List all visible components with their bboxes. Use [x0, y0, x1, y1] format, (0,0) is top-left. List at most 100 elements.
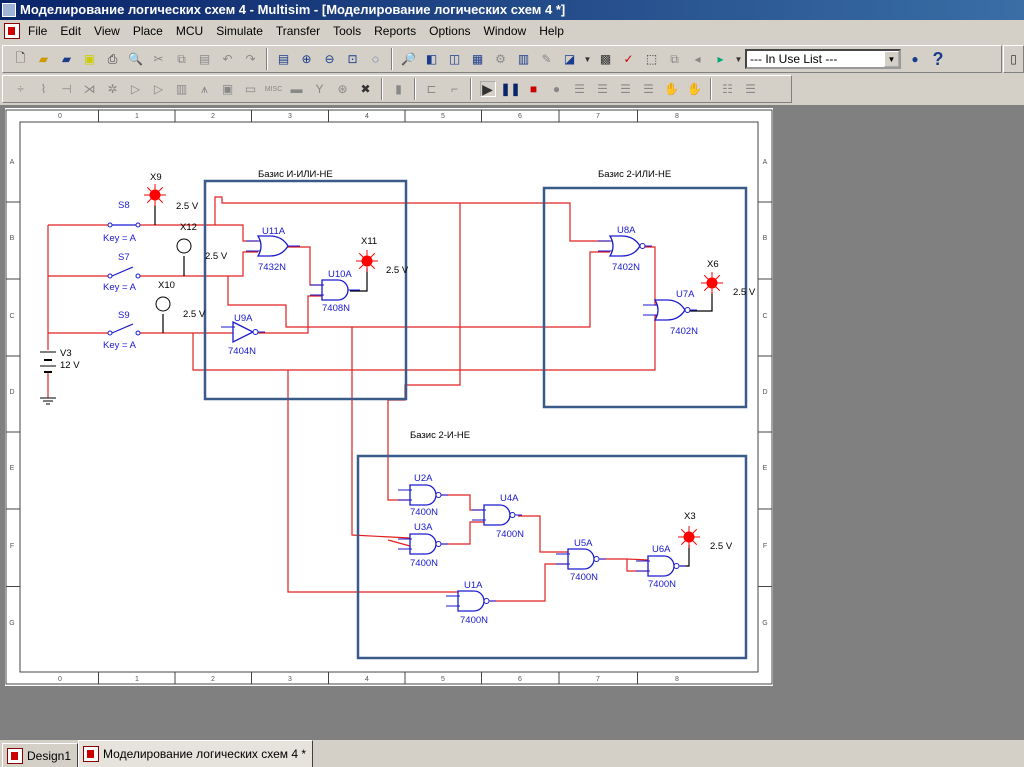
mcu-icon[interactable]: ✖	[358, 81, 374, 97]
document-icon[interactable]	[4, 23, 20, 39]
menu-reports[interactable]: Reports	[374, 24, 416, 38]
probe-ray	[370, 252, 376, 258]
resistor-icon[interactable]: ⌇	[36, 81, 52, 97]
transistor-icon[interactable]: ⋊	[82, 81, 98, 97]
erc-icon[interactable]: ✓	[621, 51, 637, 67]
new-icon[interactable]: 🗋	[13, 51, 29, 67]
menu-bar: File Edit View Place MCU Simulate Transf…	[0, 20, 1024, 42]
diode-icon[interactable]: ⊣	[59, 81, 75, 97]
analog-icon[interactable]: ✲	[105, 81, 121, 97]
remove-breakpoints-icon[interactable]: ✋	[687, 81, 703, 97]
menu-options[interactable]: Options	[429, 24, 470, 38]
wire-icon[interactable]: ⌐	[447, 81, 463, 97]
full-screen-icon[interactable]: ▤	[276, 51, 292, 67]
undo-icon[interactable]: ↶	[220, 51, 236, 67]
peripheral-icon[interactable]: ▬	[289, 81, 305, 97]
help-icon[interactable]: ?	[930, 49, 946, 69]
print-icon[interactable]: ⎙	[105, 51, 121, 67]
zoom-out-icon[interactable]: ⊖	[322, 51, 338, 67]
separator	[710, 78, 712, 100]
dropdown-arrow-icon[interactable]: ▼	[735, 51, 743, 67]
list-icon[interactable]: ▥	[516, 51, 532, 67]
menu-view[interactable]: View	[94, 24, 120, 38]
copy-icon[interactable]: ⧉	[174, 51, 190, 67]
zoom-area-icon[interactable]: ⊡	[345, 51, 361, 67]
step-out-icon[interactable]: ☰	[618, 81, 634, 97]
menu-simulate[interactable]: Simulate	[216, 24, 263, 38]
step-into-icon[interactable]: ☰	[595, 81, 611, 97]
tab-label: Моделирование логических схем 4 *	[103, 747, 307, 761]
bus-icon[interactable]: ⊏	[424, 81, 440, 97]
run-to-cursor-icon[interactable]: ☰	[641, 81, 657, 97]
redo-icon[interactable]: ↷	[243, 51, 259, 67]
cmos-icon[interactable]: ▷	[151, 81, 167, 97]
switch-name: S7	[118, 252, 130, 263]
search-icon[interactable]: 🔎	[401, 51, 417, 67]
grapher-icon[interactable]: ◪	[562, 51, 578, 67]
menu-help[interactable]: Help	[539, 24, 564, 38]
menu-file[interactable]: File	[28, 24, 47, 38]
wire	[680, 545, 690, 567]
breakpoint-icon[interactable]: ✋	[664, 81, 680, 97]
ttl-icon[interactable]: ▷	[128, 81, 144, 97]
menu-window[interactable]: Window	[484, 24, 527, 38]
inverter-bubble	[673, 563, 680, 569]
stop-icon[interactable]: ■	[526, 81, 542, 97]
component-icon[interactable]: ◧	[424, 51, 440, 67]
rf-icon[interactable]: Y	[312, 81, 328, 97]
forward-annotate-icon[interactable]: ◂	[690, 51, 706, 67]
power-icon[interactable]: ▭	[243, 81, 259, 97]
menu-place[interactable]: Place	[133, 24, 163, 38]
tab-logic-circuits-4[interactable]: Моделирование логических схем 4 *	[78, 740, 314, 767]
probe-ray	[680, 528, 686, 534]
source-icon[interactable]: ÷	[13, 81, 29, 97]
switch-key: Key = A	[103, 233, 137, 244]
probe-ray	[692, 540, 698, 546]
wizard-icon[interactable]: ✎	[539, 51, 555, 67]
schematic-canvas[interactable]: 0 0 1 1 2 2 3 3 4 4 5 5 6 6 7 7 8 8 A A B B C C D D E E F F G G Базис И…	[0, 105, 1024, 740]
transfer-icon[interactable]: ▸	[713, 51, 729, 67]
cut-icon[interactable]: ✂	[151, 51, 167, 67]
misc-icon[interactable]: MISC	[265, 81, 283, 97]
options-icon[interactable]: ☷	[720, 81, 736, 97]
calculator-icon[interactable]: ▩	[598, 51, 614, 67]
dropdown-arrow-icon[interactable]: ▼	[584, 51, 592, 67]
print-preview-icon[interactable]: 🔍	[128, 51, 144, 67]
hierarchical-block-icon[interactable]: ▮	[391, 81, 407, 97]
separator	[470, 78, 472, 100]
indicator-icon[interactable]: ▣	[220, 81, 236, 97]
save-icon[interactable]: ▣	[82, 51, 98, 67]
ruler-column-label: 7	[596, 676, 600, 683]
electromechanical-icon[interactable]: ⊛	[335, 81, 351, 97]
spreadsheet-icon[interactable]: ▦	[470, 51, 486, 67]
pause-next-icon[interactable]: ●	[549, 81, 565, 97]
ruler-column-label: 8	[675, 113, 679, 120]
zoom-in-icon[interactable]: ⊕	[299, 51, 315, 67]
in-use-list-dropdown[interactable]: --- In Use List --- ▼	[745, 49, 901, 69]
gate-part: 7432N	[258, 262, 286, 273]
hierarchy-icon[interactable]: ◫	[447, 51, 463, 67]
chevron-down-icon[interactable]: ▼	[884, 51, 899, 67]
misc-digital-icon[interactable]: ▥	[174, 81, 190, 97]
pause-icon[interactable]: ❚❚	[500, 81, 520, 97]
zoom-fit-icon[interactable]: ◌	[368, 51, 384, 67]
tab-design1[interactable]: Design1	[2, 743, 79, 767]
open-folder-icon[interactable]: ▰	[59, 51, 75, 67]
menu-mcu[interactable]: MCU	[176, 24, 203, 38]
select-area-icon[interactable]: ⬚	[644, 51, 660, 67]
mixed-icon[interactable]: ⩚	[197, 81, 213, 97]
backannotate-icon[interactable]: ⧉	[667, 51, 683, 67]
window-icon[interactable]: ▯	[1008, 51, 1020, 67]
run-icon[interactable]: ▶	[479, 81, 496, 97]
gate-ref: U5A	[574, 538, 593, 549]
globe-icon[interactable]: ●	[907, 51, 923, 67]
menu-transfer[interactable]: Transfer	[276, 24, 320, 38]
menu-tools[interactable]: Tools	[333, 24, 361, 38]
step-icon[interactable]: ☰	[572, 81, 588, 97]
menu-edit[interactable]: Edit	[60, 24, 81, 38]
rulers: 0 0 1 1 2 2 3 3 4 4 5 5 6 6 7 7 8 8 A A B B C C D D E E F F G G	[5, 109, 773, 685]
paste-icon[interactable]: ▤	[197, 51, 213, 67]
database-icon[interactable]: ⚙	[493, 51, 509, 67]
list-view-icon[interactable]: ☰	[743, 81, 759, 97]
open-icon[interactable]: ▰	[36, 51, 52, 67]
